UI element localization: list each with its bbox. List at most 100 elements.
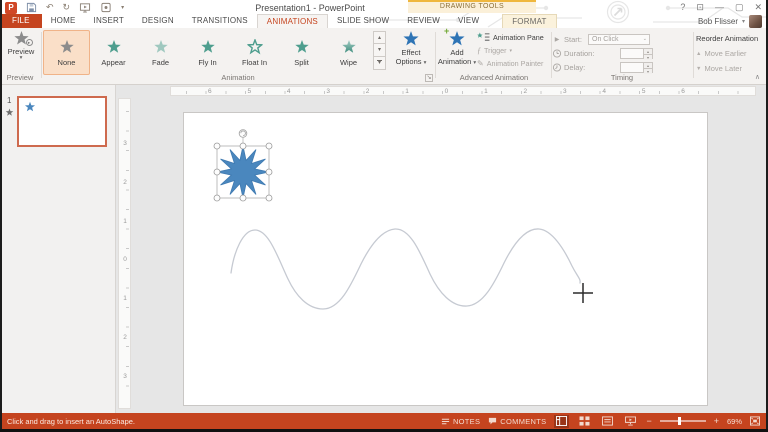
freeform-curve[interactable] xyxy=(231,229,580,309)
tab-view[interactable]: VIEW xyxy=(449,14,488,28)
powerpoint-logo[interactable]: P xyxy=(5,2,17,14)
tab-insert[interactable]: INSERT xyxy=(85,14,133,28)
main-area: 1 6 5 4 3 2 1 0 1 xyxy=(0,85,768,413)
gallery-item-fade[interactable]: Fade xyxy=(137,30,184,75)
animation-painter-icon: ✎ xyxy=(477,59,484,68)
comments-button[interactable]: COMMENTS xyxy=(488,417,546,426)
crosshair-cursor xyxy=(573,283,593,303)
qat-customize-button[interactable]: ▾ xyxy=(121,5,124,11)
ribbon-display-options-button[interactable]: ⊡ xyxy=(696,2,704,13)
zoom-in-button[interactable]: + xyxy=(714,416,719,426)
ruler-number: 2 xyxy=(524,87,528,97)
ruler-number: 4 xyxy=(602,87,606,97)
view-slideshow-button[interactable] xyxy=(623,415,638,428)
slide-thumbnail[interactable] xyxy=(17,96,107,147)
gallery-scroll-up-button[interactable]: ▴ xyxy=(373,31,386,44)
tab-slide-show[interactable]: SLIDE SHOW xyxy=(328,14,398,28)
preview-button[interactable]: ▸ Preview ▾ xyxy=(4,30,38,76)
touch-mode-icon[interactable] xyxy=(100,2,112,13)
duration-input[interactable] xyxy=(620,48,644,59)
gallery-item-split[interactable]: Split xyxy=(278,30,325,75)
tab-transitions[interactable]: TRANSITIONS xyxy=(183,14,257,28)
move-up-icon: ▲ xyxy=(696,51,701,57)
start-slideshow-icon[interactable] xyxy=(79,2,91,13)
chevron-down-icon: ▾ xyxy=(742,18,745,25)
start-select[interactable]: On Click ⌄ xyxy=(588,34,650,45)
reorder-animation-heading: Reorder Animation xyxy=(696,34,766,43)
zoom-slider[interactable] xyxy=(660,420,706,422)
effect-options-button[interactable]: Effect Options ▾ xyxy=(390,30,432,76)
add-animation-star-icon xyxy=(448,30,466,48)
gallery-expand-button[interactable]: ▾ xyxy=(373,57,386,70)
selection-handle[interactable] xyxy=(240,195,246,201)
tab-animations[interactable]: ANIMATIONS xyxy=(257,14,328,28)
minimize-button[interactable]: — xyxy=(715,2,724,13)
duration-clock-icon xyxy=(552,49,562,58)
animation-pane-button[interactable]: Animation Pane xyxy=(477,31,551,44)
avatar[interactable] xyxy=(749,15,762,28)
float-in-star-icon xyxy=(247,39,263,55)
normal-view-icon xyxy=(556,416,567,426)
gallery-item-wipe[interactable]: Wipe xyxy=(325,30,372,75)
selection-handle[interactable] xyxy=(266,143,272,149)
gallery-item-appear[interactable]: Appear xyxy=(90,30,137,75)
maximize-button[interactable]: ▢ xyxy=(735,2,744,13)
status-bar: Click and drag to insert an AutoShape. N… xyxy=(0,413,768,429)
help-button[interactable]: ? xyxy=(680,2,685,13)
move-down-icon: ▼ xyxy=(696,66,701,72)
selection-handle[interactable] xyxy=(214,143,220,149)
gallery-item-none[interactable]: None xyxy=(43,30,90,75)
delay-spinner[interactable]: ▴ ▾ xyxy=(644,62,653,73)
gallery-scroll-down-button[interactable]: ▾ xyxy=(373,44,386,57)
close-button[interactable]: ✕ xyxy=(754,2,762,13)
view-reading-button[interactable] xyxy=(600,415,615,428)
selection-handle[interactable] xyxy=(266,169,272,175)
zoom-out-button[interactable]: − xyxy=(646,416,651,426)
editing-canvas: 6 5 4 3 2 1 0 1 2 3 4 5 6 3 xyxy=(116,85,768,413)
collapse-ribbon-button[interactable]: ∧ xyxy=(755,73,760,81)
gallery-item-float-in[interactable]: Float In xyxy=(231,30,278,75)
timing-controls: ▶ Start: On Click ⌄ Duration: ▴ ▾ xyxy=(552,32,690,74)
group-label-timing: Timing xyxy=(552,73,692,82)
selection-handle[interactable] xyxy=(214,195,220,201)
tab-format[interactable]: FORMAT xyxy=(502,14,556,28)
gallery-item-fly-in[interactable]: Fly In xyxy=(184,30,231,75)
move-earlier-button[interactable]: ▲ Move Earlier xyxy=(696,49,766,58)
user-account[interactable]: Bob Flisser ▾ xyxy=(698,14,768,28)
save-icon[interactable] xyxy=(26,2,37,13)
selection-handle[interactable] xyxy=(214,169,220,175)
selection-handle[interactable] xyxy=(266,195,272,201)
delay-input[interactable] xyxy=(620,62,644,73)
trigger-button[interactable]: ƒ Trigger ▾ xyxy=(477,44,551,57)
tab-home[interactable]: HOME xyxy=(42,14,85,28)
undo-button[interactable]: ↶ xyxy=(46,3,54,12)
animation-indicator-star-icon[interactable] xyxy=(5,108,14,117)
chevron-down-icon: ▾ xyxy=(20,56,23,61)
notes-label: NOTES xyxy=(453,417,480,426)
fit-slide-to-window-button[interactable] xyxy=(750,416,760,426)
horizontal-ruler: 6 5 4 3 2 1 0 1 2 3 4 5 6 xyxy=(170,86,756,96)
user-name: Bob Flisser xyxy=(698,17,738,26)
tab-design[interactable]: DESIGN xyxy=(133,14,183,28)
slide-canvas[interactable] xyxy=(183,112,708,406)
status-message: Click and drag to insert an AutoShape. xyxy=(7,417,135,426)
move-later-button[interactable]: ▼ Move Later xyxy=(696,64,766,73)
add-animation-button[interactable]: + Add Animation ▾ xyxy=(437,30,477,76)
zoom-level[interactable]: 69% xyxy=(727,417,742,426)
tab-review[interactable]: REVIEW xyxy=(398,14,449,28)
view-slide-sorter-button[interactable] xyxy=(577,415,592,428)
gallery-item-label: Float In xyxy=(242,58,267,67)
gallery-item-label: None xyxy=(58,58,76,67)
selection-handle[interactable] xyxy=(240,143,246,149)
spinner-down-icon[interactable]: ▾ xyxy=(644,55,652,60)
view-normal-button[interactable] xyxy=(554,415,569,428)
duration-spinner[interactable]: ▴ ▾ xyxy=(644,48,653,59)
zoom-slider-thumb[interactable] xyxy=(678,417,681,425)
starburst-shape[interactable] xyxy=(217,146,269,198)
notes-button[interactable]: NOTES xyxy=(441,417,480,426)
redo-button[interactable]: ↻ xyxy=(63,3,71,12)
animation-painter-button[interactable]: ✎ Animation Painter xyxy=(477,57,551,70)
animation-gallery: None Appear Fade Fly In Float In Split xyxy=(43,30,372,75)
tab-file[interactable]: FILE xyxy=(0,14,42,28)
animation-dialog-launcher[interactable]: ↘ xyxy=(425,74,433,82)
